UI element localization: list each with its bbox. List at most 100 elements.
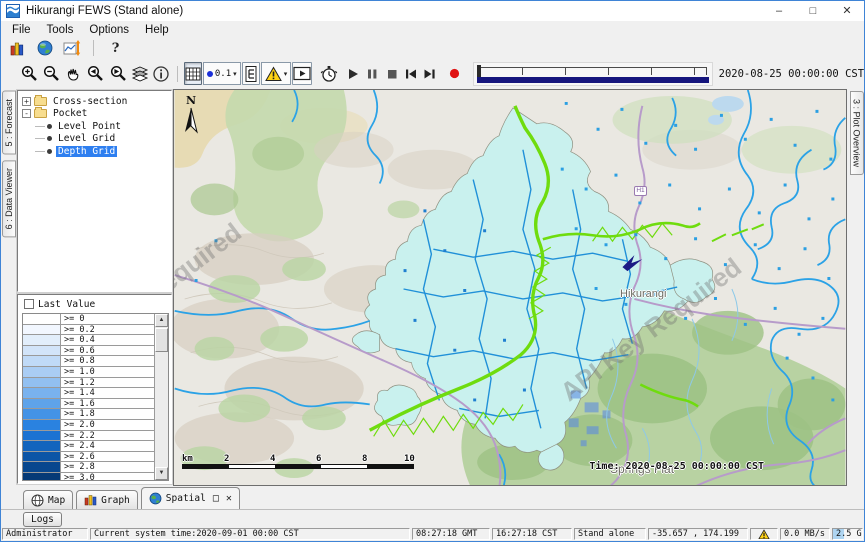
play-button[interactable]	[344, 62, 362, 85]
spatial-display-button[interactable]	[34, 37, 55, 60]
legend-row[interactable]: >= 0.2	[23, 325, 154, 336]
scroll-thumb[interactable]	[155, 328, 168, 352]
legend-swatch	[23, 420, 61, 430]
scale-tick-label: 4	[270, 454, 275, 464]
time-slider[interactable]	[473, 62, 713, 86]
north-label: N	[180, 94, 202, 107]
interval-dropdown[interactable]: 0.1 ▾	[203, 62, 241, 85]
legend-row-label: >= 1.6	[61, 399, 154, 409]
menu-file[interactable]: File	[5, 23, 38, 37]
scale-bar: km 2 4 6 8 10	[182, 454, 414, 474]
legend-row[interactable]: >= 0.8	[23, 356, 154, 367]
spatial-tab-close-icon[interactable]: ✕	[226, 494, 232, 504]
timeseries-display-button[interactable]	[61, 37, 82, 60]
animation-timer-button[interactable]	[319, 62, 339, 85]
warnings-dropdown[interactable]: ▾	[261, 62, 292, 85]
movie-icon	[293, 66, 311, 81]
legend-row[interactable]: >= 2.4	[23, 441, 154, 452]
title-bar: Hikurangi FEWS (Stand alone) – □ ✕	[1, 1, 864, 21]
tree-node-label[interactable]: Level Point	[56, 121, 123, 132]
expand-icon[interactable]: +	[22, 97, 31, 106]
zoom-out-button[interactable]	[41, 62, 62, 85]
legend-row-label: >= 0.6	[61, 346, 154, 356]
wire-globe-icon	[31, 494, 44, 507]
map-panel[interactable]: API Key Required API Key Required N Hiku…	[173, 89, 847, 486]
data-explorer-button[interactable]	[7, 37, 28, 60]
scroll-down-button[interactable]: ▼	[155, 467, 168, 480]
step-forward-button[interactable]	[421, 62, 439, 85]
grid-toggle-button[interactable]	[184, 62, 202, 85]
chart-icon	[63, 40, 81, 56]
tree-node-pocket[interactable]: - Pocket	[22, 108, 171, 121]
collapse-icon[interactable]: -	[22, 109, 31, 118]
stop-button[interactable]	[383, 62, 401, 85]
tab-forecast[interactable]: 5 : Forecast	[2, 91, 16, 155]
minimize-button[interactable]: –	[762, 1, 796, 21]
legend-row[interactable]: >= 2.0	[23, 420, 154, 431]
tab-graph[interactable]: Graph	[76, 490, 138, 509]
tree-node-level-point[interactable]: Level Point	[22, 120, 171, 133]
layers-button[interactable]	[130, 62, 150, 85]
scroll-up-button[interactable]: ▲	[155, 314, 168, 327]
tree-node-label[interactable]: Level Grid	[56, 133, 117, 144]
tree-node-label[interactable]: Pocket	[51, 108, 89, 119]
step-back-button[interactable]	[402, 62, 420, 85]
legend-row[interactable]: >= 0.6	[23, 346, 154, 357]
legend-row[interactable]: >= 2.2	[23, 431, 154, 442]
close-button[interactable]: ✕	[830, 1, 864, 21]
zoom-in-button[interactable]	[19, 62, 40, 85]
zoom-previous-icon	[85, 64, 105, 83]
map-canvas[interactable]	[174, 90, 846, 486]
node-bullet-icon	[47, 124, 52, 129]
legend-swatch	[23, 325, 61, 335]
tab-map[interactable]: Map	[23, 490, 73, 509]
animation-export-button[interactable]	[292, 62, 312, 85]
legend-row-label: >= 0	[61, 314, 154, 324]
pan-button[interactable]	[63, 62, 83, 85]
hand-icon	[64, 65, 82, 83]
menu-bar: File Tools Options Help	[1, 21, 864, 38]
tree-node-level-grid[interactable]: Level Grid	[22, 133, 171, 146]
spatial-tab-maximize-icon[interactable]: □	[213, 494, 219, 504]
help-icon: ?	[112, 41, 120, 56]
legend-row[interactable]: >= 0.4	[23, 335, 154, 346]
tab-graph-label: Graph	[101, 495, 130, 506]
pause-button[interactable]	[363, 62, 381, 85]
last-value-checkbox[interactable]	[24, 299, 34, 309]
legend-row[interactable]: >= 1.0	[23, 367, 154, 378]
menu-tools[interactable]: Tools	[40, 23, 81, 37]
legend-toggle-button[interactable]	[242, 62, 260, 85]
tree-node-label[interactable]: Cross-section	[51, 96, 129, 107]
books-icon	[9, 40, 26, 57]
legend-row[interactable]: >= 1.2	[23, 378, 154, 389]
legend-row[interactable]: >= 2.8	[23, 462, 154, 473]
tree-node-cross-section[interactable]: + Cross-section	[22, 95, 171, 108]
zoom-next-button[interactable]	[107, 62, 129, 85]
time-slider-track[interactable]	[479, 67, 707, 75]
pause-icon	[365, 67, 379, 81]
tree-node-label-selected[interactable]: Depth Grid	[56, 146, 117, 157]
tab-plot-overview[interactable]: 3 : Plot Overview	[850, 91, 864, 175]
legend-row[interactable]: >= 1.6	[23, 399, 154, 410]
tab-spatial[interactable]: Spatial □ ✕	[141, 487, 240, 509]
status-warning-cell[interactable]	[750, 528, 778, 540]
zoom-previous-button[interactable]	[84, 62, 106, 85]
help-button[interactable]: ?	[105, 37, 126, 60]
legend-swatch	[23, 346, 61, 356]
legend-row[interactable]: >= 1.4	[23, 388, 154, 399]
legend-row[interactable]: >= 2.6	[23, 452, 154, 463]
logs-button[interactable]: Logs	[23, 512, 62, 527]
info-button[interactable]	[151, 62, 171, 85]
play-icon	[346, 67, 360, 81]
legend-row[interactable]: >= 3.0	[23, 473, 154, 481]
legend-row[interactable]: >= 0	[23, 314, 154, 325]
tab-data-viewer[interactable]: 6 : Data Viewer	[2, 160, 16, 237]
legend-scrollbar[interactable]: ▲ ▼	[154, 314, 168, 480]
menu-help[interactable]: Help	[138, 23, 176, 37]
left-panel: + Cross-section - Pocket Level Point	[17, 89, 173, 486]
record-button[interactable]	[446, 62, 464, 85]
menu-options[interactable]: Options	[82, 23, 136, 37]
legend-row[interactable]: >= 1.8	[23, 409, 154, 420]
tree-node-depth-grid[interactable]: Depth Grid	[22, 145, 171, 158]
maximize-button[interactable]: □	[796, 1, 830, 21]
